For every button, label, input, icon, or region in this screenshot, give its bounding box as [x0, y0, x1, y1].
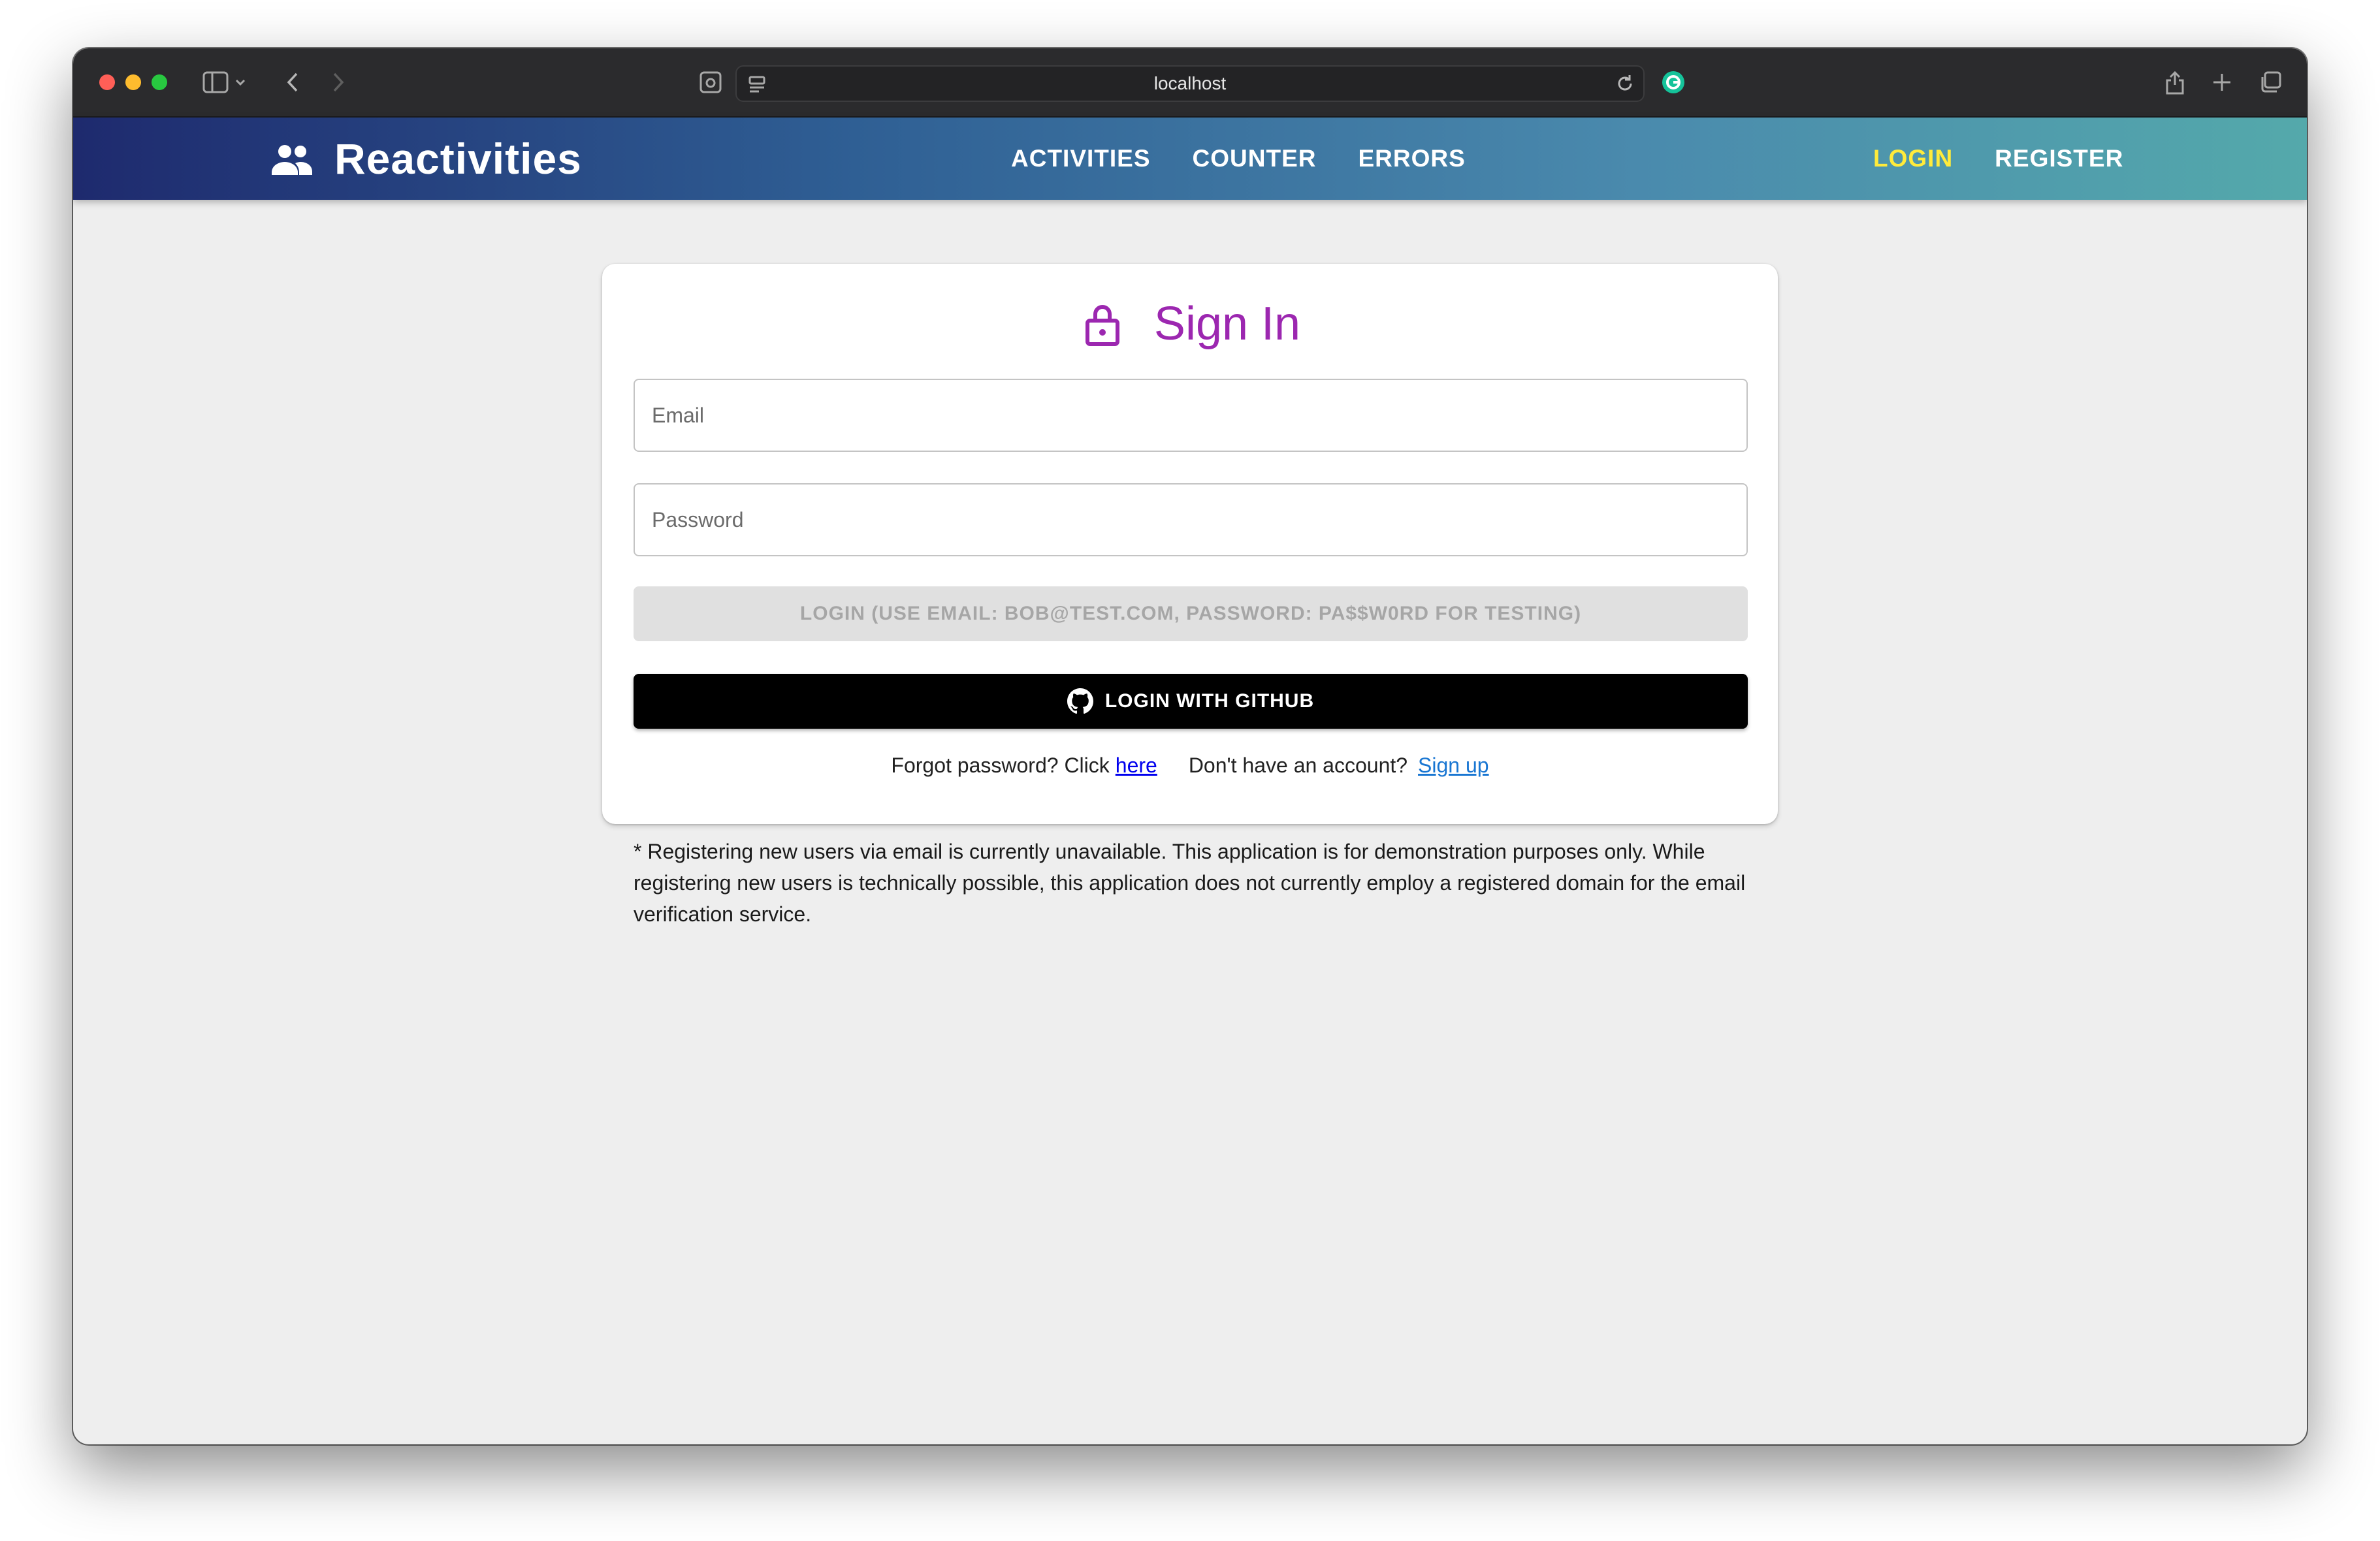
back-arrow-icon[interactable]: [276, 65, 310, 99]
github-login-button[interactable]: LOGIN WITH GITHUB: [634, 674, 1748, 729]
address-bar[interactable]: localhost: [735, 65, 1645, 102]
brand-name: Reactivities: [334, 135, 582, 183]
screenshot-stage: localhost Reactivities ACTIVITIES COUNTE…: [0, 0, 2380, 1541]
page-title: Sign In: [1153, 298, 1301, 350]
login-button-label: LOGIN (USE EMAIL: BOB@TEST.COM, PASSWORD…: [799, 603, 1582, 624]
browser-toolbar: localhost: [73, 48, 2307, 118]
sign-in-card: Sign In LOGIN (USE EMAIL: BOB@TEST.COM, …: [602, 264, 1778, 824]
forgot-password-link[interactable]: here: [1116, 754, 1157, 778]
email-field[interactable]: [634, 379, 1748, 452]
sign-up-link[interactable]: Sign up: [1418, 754, 1489, 778]
minimize-window-button[interactable]: [125, 74, 141, 90]
browser-window: localhost Reactivities ACTIVITIES COUNTE…: [73, 48, 2307, 1444]
app-navbar: Reactivities ACTIVITIES COUNTER ERRORS L…: [73, 118, 2307, 200]
auth-nav: LOGIN REGISTER: [1873, 118, 2165, 200]
forward-arrow-icon[interactable]: [321, 65, 355, 99]
close-window-button[interactable]: [99, 74, 115, 90]
account-links: Forgot password? Click here Don't have a…: [602, 746, 1778, 785]
maximize-window-button[interactable]: [152, 74, 167, 90]
sign-in-header: Sign In: [602, 293, 1778, 355]
login-button[interactable]: LOGIN (USE EMAIL: BOB@TEST.COM, PASSWORD…: [634, 586, 1748, 641]
grammarly-extension-icon[interactable]: [1656, 65, 1690, 99]
chevron-down-icon[interactable]: [230, 65, 251, 99]
tab-overview-icon[interactable]: [2253, 65, 2287, 99]
nav-counter[interactable]: COUNTER: [1193, 145, 1317, 172]
nav-activities[interactable]: ACTIVITIES: [1011, 145, 1151, 172]
forgot-password-text: Forgot password? Click: [891, 753, 1110, 777]
main-nav: ACTIVITIES COUNTER ERRORS: [1011, 118, 1507, 200]
github-button-label: LOGIN WITH GITHUB: [1104, 690, 1315, 712]
github-icon: [1067, 688, 1093, 714]
registration-disclaimer: * Registering new users via email is cur…: [634, 840, 1746, 926]
group-icon: [272, 145, 312, 175]
sidebar-icon[interactable]: [199, 65, 233, 99]
reload-icon[interactable]: [1613, 72, 1637, 95]
new-tab-icon[interactable]: [2205, 65, 2239, 99]
nav-errors[interactable]: ERRORS: [1358, 145, 1465, 172]
lock-open-icon: [1085, 305, 1119, 346]
brand-link[interactable]: Reactivities: [269, 118, 582, 200]
url-text: localhost: [1153, 73, 1227, 93]
no-account-text: Don't have an account?: [1188, 753, 1408, 777]
privacy-report-icon[interactable]: [694, 65, 728, 99]
nav-login[interactable]: LOGIN: [1873, 145, 1953, 172]
nav-register[interactable]: REGISTER: [1995, 145, 2123, 172]
password-field[interactable]: [634, 483, 1748, 556]
share-icon[interactable]: [2158, 65, 2192, 99]
